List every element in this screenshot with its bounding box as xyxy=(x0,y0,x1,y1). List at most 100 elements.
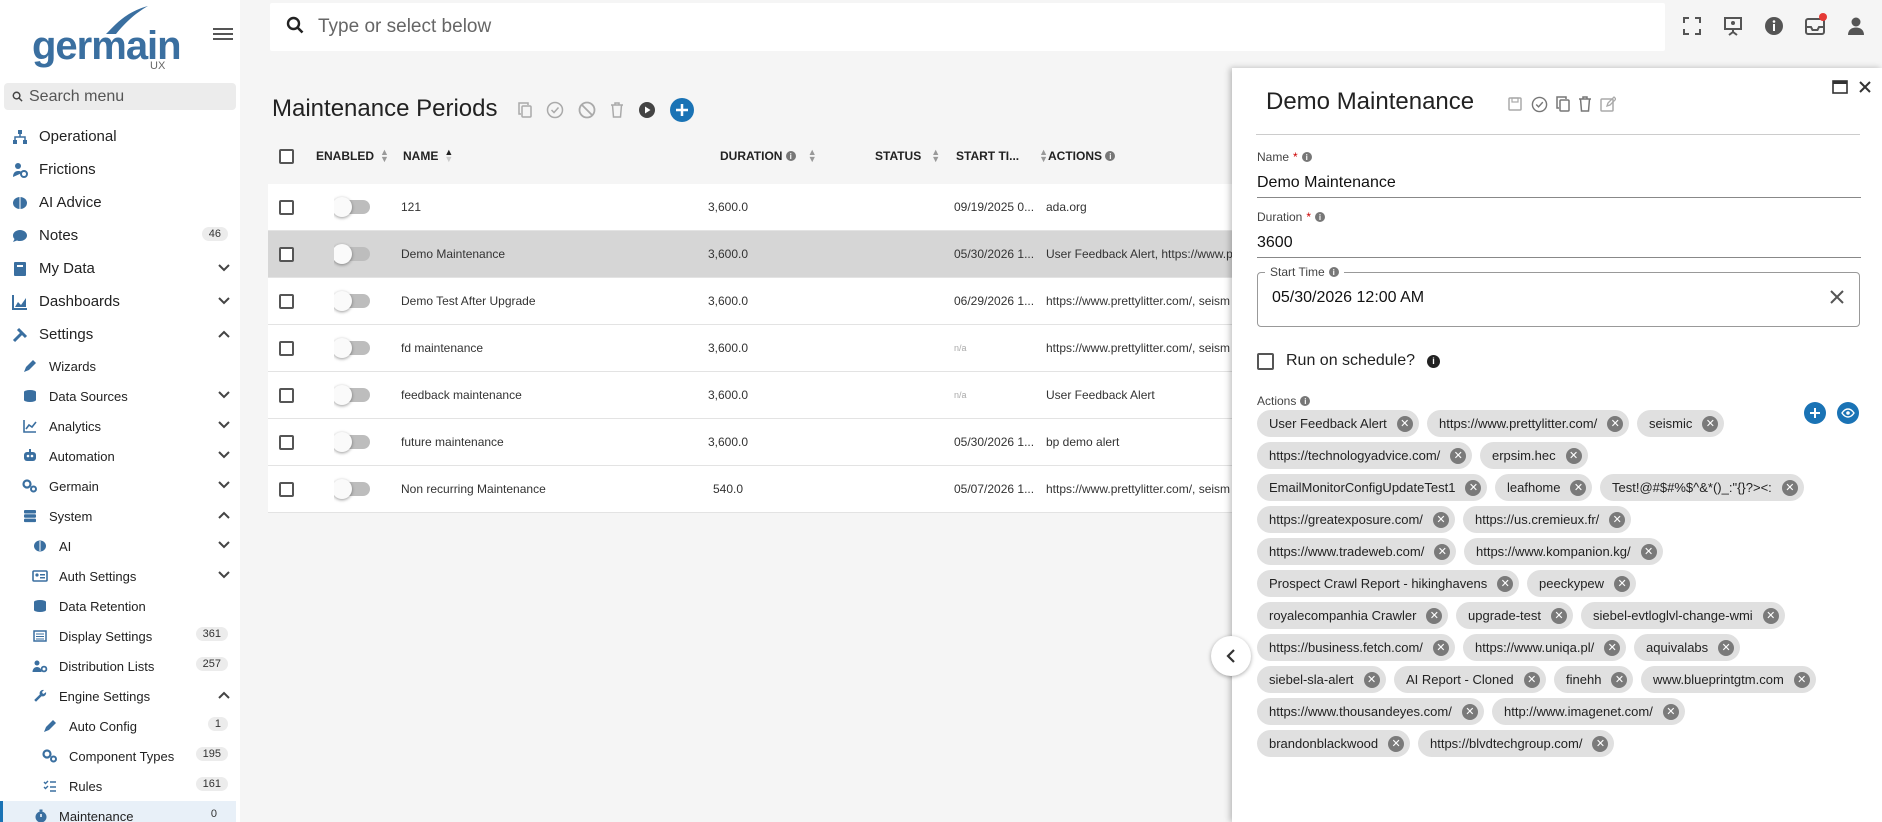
sidebar-item-wizards[interactable]: Wizards xyxy=(0,351,240,381)
duration-field[interactable]: 3600 xyxy=(1257,234,1861,258)
enabled-toggle[interactable] xyxy=(334,231,370,277)
user-icon[interactable] xyxy=(1844,14,1868,38)
sidebar-item-data-sources[interactable]: Data Sources xyxy=(0,381,240,411)
sidebar-item-system[interactable]: System xyxy=(0,501,240,531)
remove-chip-icon[interactable]: ✕ xyxy=(1551,607,1567,624)
action-chip[interactable]: erpsim.hec ✕ xyxy=(1480,442,1588,469)
remove-chip-icon[interactable]: ✕ xyxy=(1565,447,1582,464)
sidebar-item-analytics[interactable]: Analytics xyxy=(0,411,240,441)
table-row[interactable]: fd maintenance 3,600.0 n/a https://www.pret… xyxy=(268,325,1232,372)
add-action-button[interactable] xyxy=(1804,402,1826,424)
enabled-toggle[interactable] xyxy=(334,184,370,230)
edit-icon[interactable] xyxy=(1600,96,1617,118)
remove-chip-icon[interactable]: ✕ xyxy=(1592,735,1609,752)
germain-logo[interactable]: germain UX xyxy=(30,4,182,72)
action-chip[interactable]: https://www.thousandeyes.com/ ✕ xyxy=(1257,698,1484,725)
menu-search-input[interactable] xyxy=(29,87,229,106)
sidebar-item-rules[interactable]: Rules 161 xyxy=(0,771,240,801)
action-chip[interactable]: www.blueprintgtm.com ✕ xyxy=(1641,666,1816,693)
remove-chip-icon[interactable]: ✕ xyxy=(1396,415,1413,432)
remove-chip-icon[interactable]: ✕ xyxy=(1570,479,1587,496)
sidebar-item-engine-settings[interactable]: Engine Settings xyxy=(0,681,240,711)
remove-chip-icon[interactable]: ✕ xyxy=(1607,415,1624,432)
row-checkbox[interactable] xyxy=(279,372,294,418)
enabled-toggle[interactable] xyxy=(334,278,370,324)
table-row[interactable]: Demo Test After Upgrade 3,600.0 06/29/2026… xyxy=(268,278,1232,325)
table-row[interactable]: feedback maintenance 3,600.0 n/a User Feedb… xyxy=(268,372,1232,419)
column-header-duration[interactable]: DURATION i ▲ ▼ xyxy=(720,138,817,174)
add-button[interactable] xyxy=(670,98,694,127)
column-header-start-time[interactable]: START TI... ▲ ▼ xyxy=(956,138,1048,174)
sidebar-item-display-settings[interactable]: Display Settings 361 xyxy=(0,621,240,651)
action-chip[interactable]: https://www.uniqa.pl/ ✕ xyxy=(1463,634,1627,661)
view-icon[interactable] xyxy=(1837,402,1859,424)
action-chip[interactable]: AI Report - Cloned ✕ xyxy=(1394,666,1546,693)
row-checkbox[interactable] xyxy=(279,466,294,512)
remove-chip-icon[interactable]: ✕ xyxy=(1609,511,1626,528)
enabled-toggle[interactable] xyxy=(334,466,370,512)
table-row[interactable]: Demo Maintenance 3,600.0 05/30/2026 1... Us… xyxy=(268,231,1232,278)
action-chip[interactable]: Prospect Crawl Report - hikinghavens ✕ xyxy=(1257,570,1520,597)
close-icon[interactable] xyxy=(1858,80,1872,99)
action-chip[interactable]: Test!@#$#%$^&*()_:"{}?><: ✕ xyxy=(1600,474,1804,501)
info-icon[interactable] xyxy=(1762,14,1786,38)
nav-item-dashboards[interactable]: Dashboards xyxy=(0,285,240,318)
sidebar-item-distribution-lists[interactable]: Distribution Lists 257 xyxy=(0,651,240,681)
trash-icon[interactable] xyxy=(610,102,624,123)
remove-chip-icon[interactable]: ✕ xyxy=(1762,607,1779,624)
action-chip[interactable]: peeckypew ✕ xyxy=(1527,570,1637,597)
action-chip[interactable]: https://www.kompanion.kg/ ✕ xyxy=(1464,538,1663,565)
remove-chip-icon[interactable]: ✕ xyxy=(1461,703,1478,720)
action-chip[interactable]: finehh ✕ xyxy=(1554,666,1634,693)
start-time-field[interactable]: Start Time i 05/30/2026 12:00 AM xyxy=(1257,265,1860,327)
column-header-status[interactable]: STATUS ▲ ▼ xyxy=(875,138,940,174)
fullscreen-icon[interactable] xyxy=(1680,14,1704,38)
action-chip[interactable]: leafhome ✕ xyxy=(1495,474,1593,501)
clear-icon[interactable] xyxy=(1829,285,1845,311)
remove-chip-icon[interactable]: ✕ xyxy=(1640,543,1657,560)
check-circle-icon[interactable] xyxy=(1531,96,1548,118)
action-chip[interactable]: https://technologyadvice.com/ ✕ xyxy=(1257,442,1473,469)
enabled-toggle[interactable] xyxy=(334,419,370,465)
action-chip[interactable]: EmailMonitorConfigUpdateTest1 ✕ xyxy=(1257,474,1488,501)
nav-item-frictions[interactable]: Frictions xyxy=(0,153,240,186)
action-chip[interactable]: siebel-evtloglvl-change-wmi ✕ xyxy=(1581,602,1785,629)
remove-chip-icon[interactable]: ✕ xyxy=(1611,671,1628,688)
nav-item-operational[interactable]: Operational xyxy=(0,120,240,153)
row-checkbox[interactable] xyxy=(279,419,294,465)
remove-chip-icon[interactable]: ✕ xyxy=(1432,511,1449,528)
action-chip[interactable]: http://www.imagenet.com/ ✕ xyxy=(1492,698,1685,725)
row-checkbox[interactable] xyxy=(279,184,294,230)
sidebar-item-germain[interactable]: Germain xyxy=(0,471,240,501)
copy-icon[interactable] xyxy=(1556,96,1570,118)
global-search-input[interactable] xyxy=(318,16,1218,38)
nav-item-settings[interactable]: Settings xyxy=(0,318,240,351)
table-row[interactable]: future maintenance 3,600.0 05/30/2026 1...… xyxy=(268,419,1232,466)
column-header-name[interactable]: NAME ▲ ▼ xyxy=(403,138,453,174)
remove-chip-icon[interactable]: ✕ xyxy=(1662,703,1679,720)
action-chip[interactable]: https://blvdtechgroup.com/ ✕ xyxy=(1418,730,1615,757)
action-chip[interactable]: https://business.fetch.com/ ✕ xyxy=(1257,634,1455,661)
sidebar-item-data-retention[interactable]: Data Retention xyxy=(0,591,240,621)
ban-icon[interactable] xyxy=(578,101,596,124)
remove-chip-icon[interactable]: ✕ xyxy=(1604,639,1621,656)
remove-chip-icon[interactable]: ✕ xyxy=(1450,447,1467,464)
play-circle-icon[interactable] xyxy=(638,101,656,124)
remove-chip-icon[interactable]: ✕ xyxy=(1781,479,1798,496)
action-chip[interactable]: https://www.prettylitter.com/ ✕ xyxy=(1427,410,1630,437)
table-row[interactable]: Non recurring Maintenance 540.0 05/07/2026… xyxy=(268,466,1232,513)
remove-chip-icon[interactable]: ✕ xyxy=(1363,671,1380,688)
enabled-toggle[interactable] xyxy=(334,325,370,371)
remove-chip-icon[interactable]: ✕ xyxy=(1388,735,1405,752)
hamburger-menu-icon[interactable] xyxy=(213,25,233,45)
save-icon[interactable] xyxy=(1507,96,1523,118)
select-all-checkbox[interactable] xyxy=(279,138,294,174)
run-on-schedule-checkbox[interactable] xyxy=(1257,352,1274,370)
sidebar-item-automation[interactable]: Automation xyxy=(0,441,240,471)
copy-icon[interactable] xyxy=(518,102,532,123)
name-field[interactable]: Demo Maintenance xyxy=(1257,174,1861,198)
action-chip[interactable]: https://www.tradeweb.com/ ✕ xyxy=(1257,538,1457,565)
action-chip[interactable]: https://greatexposure.com/ ✕ xyxy=(1257,506,1455,533)
row-checkbox[interactable] xyxy=(279,278,294,324)
row-checkbox[interactable] xyxy=(279,325,294,371)
